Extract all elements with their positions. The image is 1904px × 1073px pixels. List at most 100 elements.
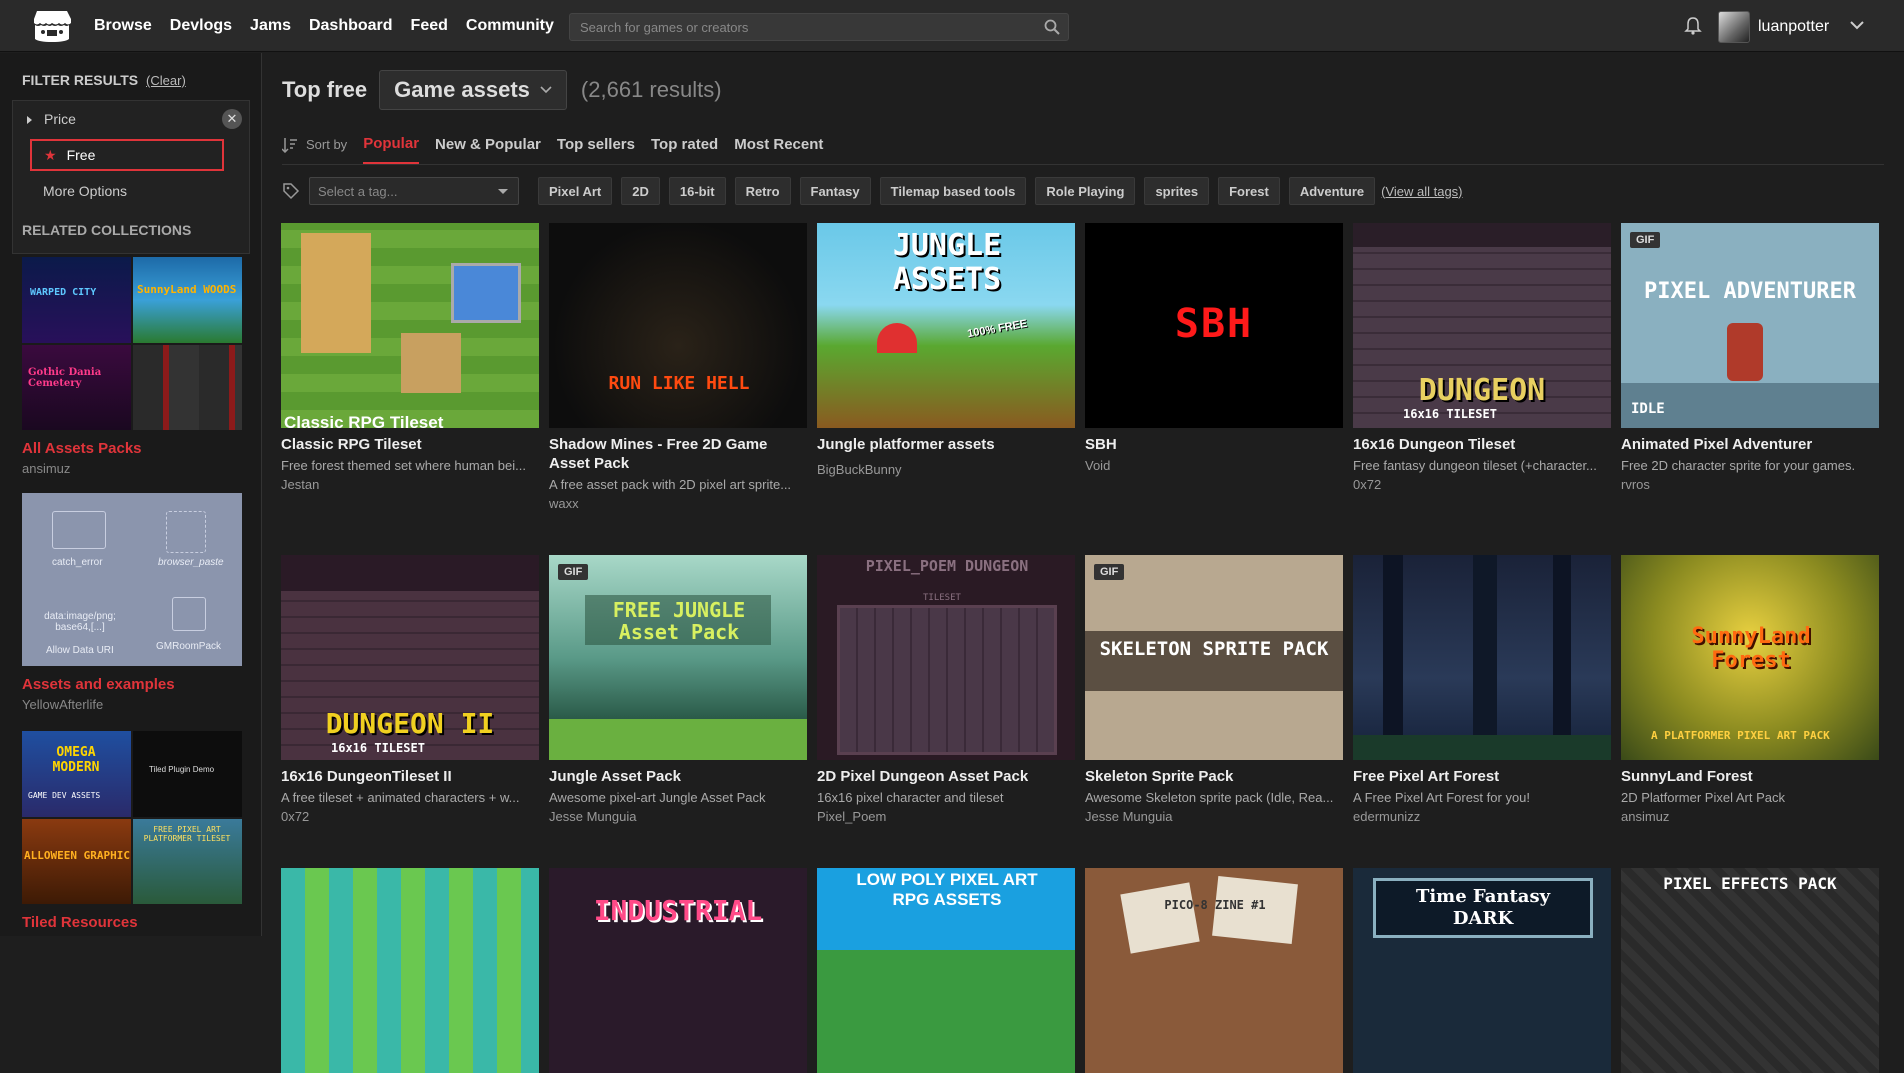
collection-owner[interactable]: YellowAfterlife	[22, 697, 242, 712]
user-avatar[interactable]	[1718, 11, 1750, 43]
tag-fantasy[interactable]: Fantasy	[799, 177, 871, 205]
game-thumbnail[interactable]	[1353, 555, 1611, 760]
game-thumb-subtext: A PLATFORMER PIXEL ART PACK	[1651, 729, 1830, 742]
game-description: Free fantasy dungeon tileset (+character…	[1353, 458, 1597, 473]
game-thumbnail[interactable]: JUNGLE ASSETS 100% FREE	[817, 223, 1075, 428]
heading-prefix: Top free	[282, 77, 368, 102]
tag-role-playing[interactable]: Role Playing	[1035, 177, 1136, 205]
nav-browse[interactable]: Browse	[94, 17, 152, 35]
game-title[interactable]: Free Pixel Art Forest	[1353, 767, 1611, 786]
tag-tilemap-tools[interactable]: Tilemap based tools	[879, 177, 1027, 205]
game-card: GIF SKELETON SPRITE PACK Skeleton Sprite…	[1085, 555, 1343, 824]
game-card: DUNGEON 16x16 TILESET 16x16 Dungeon Tile…	[1353, 223, 1611, 492]
game-thumbnail[interactable]: RUN LIKE HELL	[549, 223, 807, 428]
game-author[interactable]: Void	[1085, 458, 1343, 473]
game-title[interactable]: SBH	[1085, 435, 1343, 454]
sort-tab-most-recent[interactable]: Most Recent	[734, 126, 823, 163]
collection-name[interactable]: Assets and examples	[22, 676, 242, 693]
game-author[interactable]: rvros	[1621, 477, 1879, 492]
filter-option-free[interactable]: ★ Free	[30, 139, 224, 171]
game-thumbnail[interactable]	[281, 868, 539, 1073]
nav-devlogs[interactable]: Devlogs	[170, 17, 232, 35]
collection-thumbnails[interactable]: catch_error browser_paste data:image/png…	[22, 493, 242, 666]
collection-thumb-text: Allow Data URI	[46, 645, 114, 656]
nav-jams[interactable]: Jams	[250, 17, 291, 35]
game-author[interactable]: ansimuz	[1621, 809, 1879, 824]
price-filter-toggle[interactable]: Price	[27, 111, 76, 127]
sort-tab-top-rated[interactable]: Top rated	[651, 126, 718, 163]
tag-sprites[interactable]: sprites	[1144, 177, 1210, 205]
game-title[interactable]: Jungle platformer assets	[817, 435, 1075, 454]
collection-thumbnails[interactable]: OMEGA MODERN GAME DEV ASSETS Tiled Plugin…	[22, 731, 242, 904]
game-thumb-subtext: 16x16 TILESET	[331, 741, 425, 755]
username[interactable]: luanpotter	[1758, 18, 1829, 36]
sort-tab-top-sellers[interactable]: Top sellers	[557, 126, 635, 163]
collection-thumbnails[interactable]: WARPED CITY SunnyLand WOODS Gothic Dania…	[22, 257, 242, 430]
game-thumbnail[interactable]: PIXEL_POEM DUNGEON TILESET	[817, 555, 1075, 760]
game-title[interactable]: SunnyLand Forest	[1621, 767, 1879, 786]
tag-16-bit[interactable]: 16-bit	[668, 177, 726, 205]
tag-forest[interactable]: Forest	[1218, 177, 1280, 205]
game-author[interactable]: Jestan	[281, 477, 539, 492]
sort-tab-popular[interactable]: Popular	[363, 125, 420, 164]
game-title[interactable]: Skeleton Sprite Pack	[1085, 767, 1343, 786]
game-title[interactable]: Jungle Asset Pack	[549, 767, 807, 786]
tag-select-dropdown[interactable]: Select a tag...	[309, 177, 519, 205]
game-card	[281, 868, 539, 1073]
more-options-link[interactable]: More Options	[43, 183, 127, 199]
game-title[interactable]: Animated Pixel Adventurer	[1621, 435, 1879, 454]
game-author[interactable]: Pixel_Poem	[817, 809, 1075, 824]
game-title[interactable]: 16x16 DungeonTileset II	[281, 767, 539, 786]
game-thumb-text: JUNGLE ASSETS	[892, 228, 1002, 297]
game-thumbnail[interactable]: SunnyLand Forest A PLATFORMER PIXEL ART …	[1621, 555, 1879, 760]
tag-pixel-art[interactable]: Pixel Art	[538, 177, 613, 205]
game-author[interactable]: Jesse Munguia	[549, 809, 807, 824]
game-title[interactable]: Classic RPG Tileset	[281, 435, 539, 454]
view-all-tags-link[interactable]: (View all tags)	[1381, 184, 1462, 199]
game-thumbnail[interactable]: Time Fantasy DARK	[1353, 868, 1611, 1073]
tag-2d[interactable]: 2D	[621, 177, 660, 205]
tag-retro[interactable]: Retro	[734, 177, 791, 205]
game-author[interactable]: Jesse Munguia	[1085, 809, 1343, 824]
game-author[interactable]: edermunizz	[1353, 809, 1611, 824]
game-title[interactable]: Shadow Mines - Free 2D Game Asset Pack	[549, 435, 807, 473]
chevron-down-icon[interactable]	[1850, 20, 1864, 30]
nav-community[interactable]: Community	[466, 17, 554, 35]
clear-filters-link[interactable]: (Clear)	[146, 73, 186, 88]
game-title[interactable]: 16x16 Dungeon Tileset	[1353, 435, 1611, 454]
itchio-logo-icon[interactable]	[33, 9, 71, 43]
category-dropdown[interactable]: Game assets	[379, 70, 567, 110]
collection-name[interactable]: Tiled Resources	[22, 914, 242, 931]
notification-bell-icon[interactable]	[1684, 17, 1702, 35]
game-thumbnail[interactable]: PICO-8 ZINE #1	[1085, 868, 1343, 1073]
game-author[interactable]: BigBuckBunny	[817, 462, 1075, 477]
game-author[interactable]: 0x72	[1353, 477, 1611, 492]
game-thumbnail[interactable]: GIF PIXEL ADVENTURER IDLE	[1621, 223, 1879, 428]
game-thumb-text: RUN LIKE HELL	[608, 373, 750, 394]
results-count: (2,661 results)	[580, 77, 722, 102]
game-thumbnail[interactable]: GIF FREE JUNGLE Asset Pack	[549, 555, 807, 760]
game-author[interactable]: 0x72	[281, 809, 539, 824]
sort-tab-new-popular[interactable]: New & Popular	[435, 126, 541, 163]
game-thumbnail[interactable]: LOW POLY PIXEL ART RPG ASSETS	[817, 868, 1075, 1073]
game-author[interactable]: waxx	[549, 496, 807, 511]
game-thumb-text: FREE JUNGLE Asset Pack	[612, 598, 746, 644]
game-thumbnail[interactable]: GIF SKELETON SPRITE PACK	[1085, 555, 1343, 760]
collection-thumb-text: Tiled Plugin Demo	[149, 765, 215, 774]
collection-owner[interactable]: ansimuz	[22, 461, 242, 476]
game-thumbnail[interactable]: DUNGEON 16x16 TILESET	[1353, 223, 1611, 428]
game-thumbnail[interactable]: Classic RPG Tileset	[281, 223, 539, 428]
game-thumbnail[interactable]: SBH	[1085, 223, 1343, 428]
game-thumbnail[interactable]: INDUSTRIAL	[549, 868, 807, 1073]
game-thumbnail[interactable]: PIXEL EFFECTS PACK	[1621, 868, 1879, 1073]
search-input[interactable]	[570, 14, 1020, 40]
game-thumbnail[interactable]: DUNGEON II 16x16 TILESET	[281, 555, 539, 760]
game-thumb-text: SKELETON SPRITE PACK	[1099, 638, 1329, 660]
remove-filter-button[interactable]: ✕	[222, 109, 242, 129]
nav-dashboard[interactable]: Dashboard	[309, 17, 393, 35]
game-title[interactable]: 2D Pixel Dungeon Asset Pack	[817, 767, 1075, 786]
tag-adventure[interactable]: Adventure	[1288, 177, 1376, 205]
nav-feed[interactable]: Feed	[411, 17, 448, 35]
collection-name[interactable]: All Assets Packs	[22, 440, 242, 457]
search-icon[interactable]	[1044, 19, 1060, 35]
